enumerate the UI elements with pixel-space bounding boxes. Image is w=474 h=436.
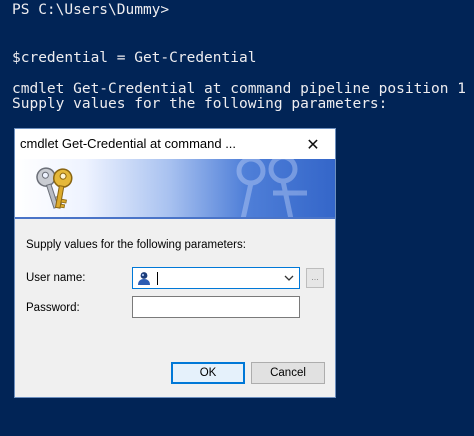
browse-button[interactable]: ... (306, 268, 324, 288)
dialog-title: cmdlet Get-Credential at command ... (20, 136, 237, 151)
chevron-down-icon[interactable] (282, 271, 296, 285)
user-name-label: User name: (26, 272, 86, 284)
user-name-combobox[interactable] (132, 267, 300, 289)
cancel-button[interactable]: Cancel (251, 362, 325, 384)
keys-icon (36, 167, 73, 209)
ok-button[interactable]: OK (171, 362, 245, 384)
close-icon: ✕ (306, 134, 320, 154)
credential-dialog: cmdlet Get-Credential at command ... ✕ S… (14, 128, 336, 398)
dialog-banner (15, 159, 335, 217)
banner-divider (15, 217, 335, 219)
close-button[interactable]: ✕ (291, 129, 335, 159)
console-prompt-line: PS C:\Users\Dummy> (12, 2, 170, 18)
dialog-titlebar[interactable]: cmdlet Get-Credential at command ... ✕ (15, 129, 335, 159)
console-output-line: Supply values for the following paramete… (12, 96, 388, 112)
console-command-line: $credential = Get-Credential (12, 50, 257, 66)
password-field[interactable] (132, 296, 300, 318)
password-label: Password: (26, 302, 80, 314)
user-account-icon (136, 270, 152, 286)
console-output-line: cmdlet Get-Credential at command pipelin… (12, 81, 466, 97)
keys-watermark-icon (236, 159, 307, 217)
dialog-prompt: Supply values for the following paramete… (26, 239, 246, 251)
text-caret (157, 272, 158, 285)
